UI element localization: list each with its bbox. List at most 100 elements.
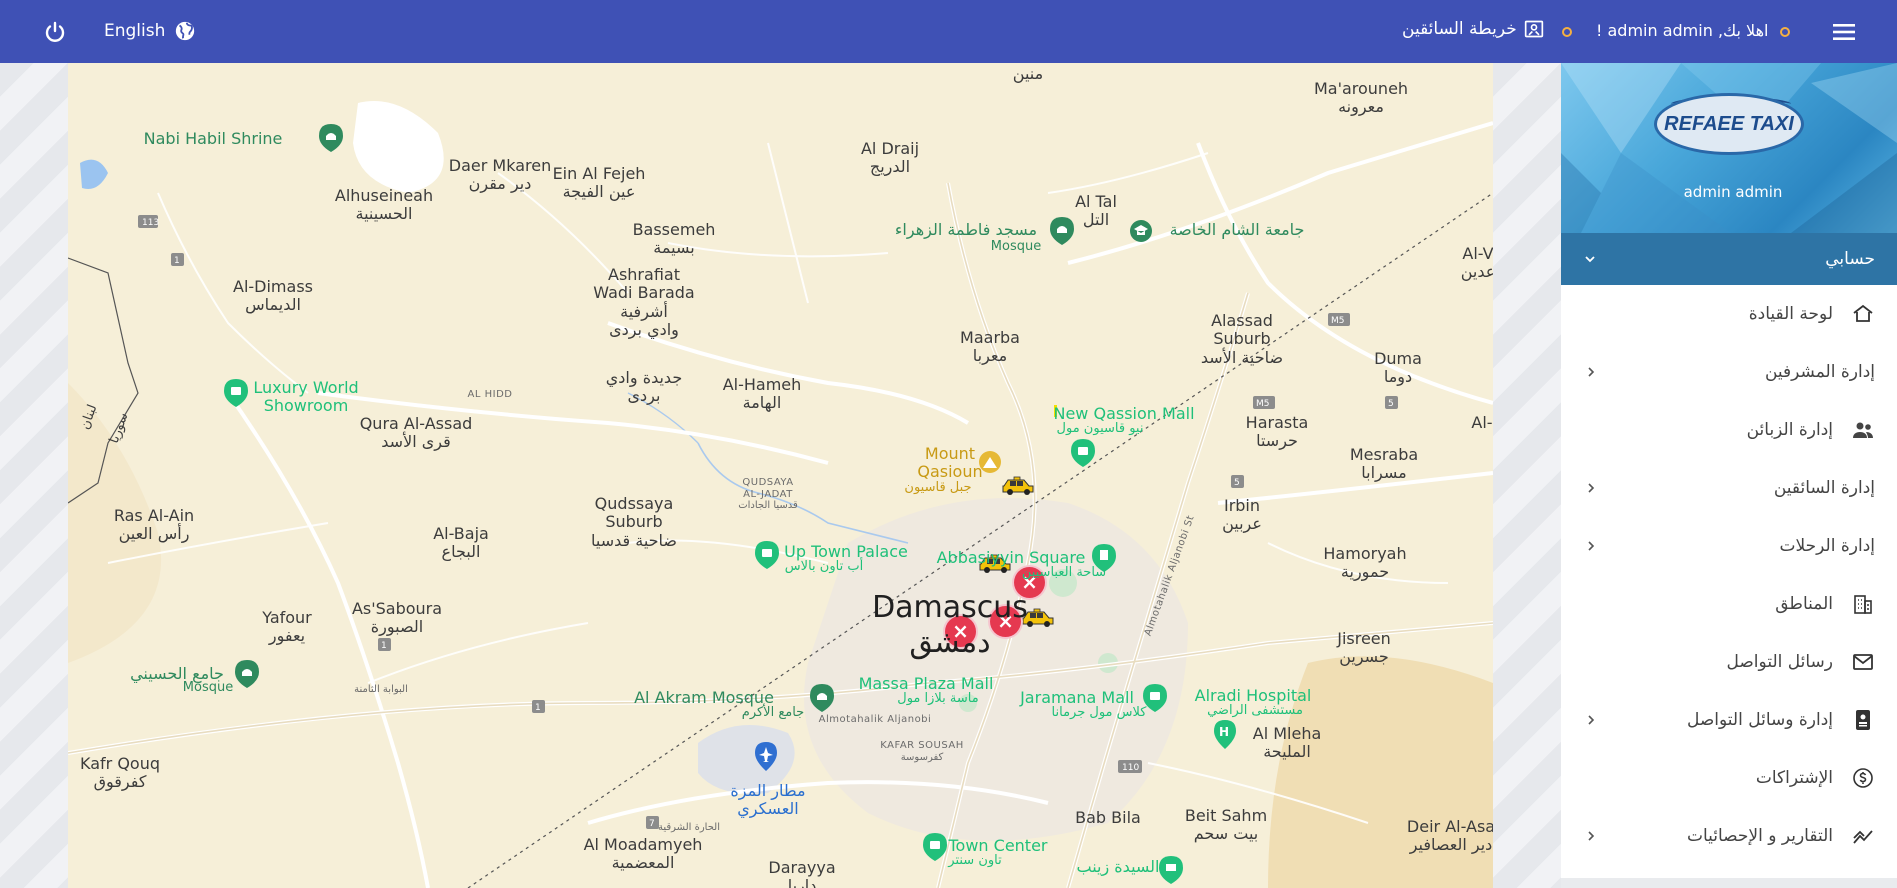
separator-dot: [1780, 27, 1790, 37]
globe-icon[interactable]: [174, 20, 196, 42]
map-place-label: Beit Sahm بيت سحم: [1184, 806, 1268, 844]
sidebar-item-trips[interactable]: إدارة الرحلات: [1561, 517, 1897, 575]
sidebar-item-label: المناطق: [1775, 594, 1833, 614]
mall-pin[interactable]: [754, 540, 780, 570]
taxi-marker[interactable]: [1000, 475, 1036, 495]
sidebar-header: REFAEE TAXI admin admin: [1561, 63, 1897, 233]
map-place-label: Bassemeh بسيمة: [632, 220, 716, 258]
map-place-label: نيو قاسيون مول: [1056, 421, 1144, 436]
drivers-map-link[interactable]: خريطة السائقين: [1402, 19, 1544, 39]
map-place-label: أب تاون بالاس: [784, 559, 864, 574]
map-place-label: Harasta حرستا: [1245, 413, 1309, 451]
map-place-label: KAFAR SOUSAH كفرسوسة: [880, 740, 964, 763]
mall-pin[interactable]: [922, 832, 948, 862]
home-icon: [1853, 304, 1873, 322]
map-place-label: البوابة الثامنة: [354, 684, 408, 695]
map-place-label: Ein Al Fejeh عين الفيجة: [552, 164, 646, 202]
map-place-label: Al Moadamyeh المعضمية: [583, 835, 703, 873]
top-navbar: English خريطة السائقين اهلا بك, admin ad…: [0, 0, 1897, 63]
sidebar-item-drivers[interactable]: إدارة السائقين: [1561, 459, 1897, 517]
map-place-label: Mosque: [990, 239, 1042, 254]
building-icon: [1854, 595, 1872, 614]
map-place-label: ساحة العباسيين: [1021, 565, 1107, 580]
map-place-label: Nabi Habil Shrine: [143, 129, 283, 148]
mosque-pin[interactable]: [1049, 216, 1075, 246]
map-place-label: كلاس مول جرمانا: [1051, 705, 1147, 720]
power-icon[interactable]: [43, 20, 67, 44]
showroom-pin[interactable]: [223, 378, 249, 408]
mosque-pin[interactable]: [234, 659, 260, 689]
map-place-label: الحارة الشرقية: [658, 822, 720, 833]
road-number: M5: [1256, 399, 1270, 409]
sidebar-item-messages[interactable]: رسائل التواصل: [1561, 633, 1897, 691]
map-place-label: Irbin عربين: [1222, 496, 1262, 534]
supermarket-pin[interactable]: [1158, 855, 1184, 885]
chevron-left-icon: [1588, 831, 1595, 841]
mall-pin[interactable]: [1070, 438, 1096, 468]
map-place-label: السيدة زينب: [1076, 857, 1160, 876]
mosque-pin[interactable]: [809, 683, 835, 713]
sidebar-item-dashboard[interactable]: لوحة القيادة: [1561, 285, 1897, 343]
separator-dot: [1562, 27, 1572, 37]
map-place-label: Qura Al-Assad قرى الأسد: [359, 414, 473, 452]
sidebar-item-label: لوحة القيادة: [1748, 304, 1833, 324]
map-base-layer: 113 1 1 1 7 110 M5 M5 5 5 H: [68, 101, 1493, 888]
map-place-label: جامعة الشام الخاصة: [1169, 220, 1305, 239]
sidebar-item-label: إدارة السائقين: [1773, 478, 1875, 498]
account-toggle[interactable]: حسابي: [1561, 233, 1897, 285]
map-place-label: Hamoryah حمورية: [1323, 544, 1407, 582]
road-number: 1: [381, 641, 387, 651]
map-place-label: QUDSAYA AL-JADAT قدسيا الجادات: [738, 477, 798, 511]
map-place-label: Yafour يعفور: [262, 608, 312, 646]
sidebar-nav: لوحة القيادة إدارة المشرفين إدارة الزبائ…: [1561, 285, 1897, 865]
road-number: 1: [174, 256, 180, 266]
sidebar-item-supervisors[interactable]: إدارة المشرفين: [1561, 343, 1897, 401]
map-place-label: Mosque: [182, 680, 234, 695]
sidebar-item-subscriptions[interactable]: الإشتراكات: [1561, 749, 1897, 807]
sidebar-item-label: التقارير و الإحصائيات: [1686, 826, 1833, 846]
map-place-label: مطار المزة العسكري: [730, 781, 806, 819]
sidebar-item-label: إدارة الزبائن: [1746, 420, 1833, 440]
page-background: [0, 63, 68, 888]
map-place-label: Al-: [1471, 413, 1493, 432]
map-place-label: Damascus دمشق: [872, 590, 1028, 660]
svg-text:H: H: [1219, 725, 1229, 739]
map-street-label: Almotahalik Aljanobi: [818, 714, 932, 725]
map-place-label: Qudssaya Suburb ضاحية قدسيا: [591, 494, 677, 550]
language-switch[interactable]: English: [104, 21, 165, 41]
road-number: M5: [1331, 316, 1345, 326]
road-number: 110: [1122, 763, 1139, 773]
map-place-label: Alassad Suburb ضاحية الأسد: [1200, 311, 1284, 367]
hamburger-menu-icon[interactable]: [1832, 20, 1856, 44]
map-place-label: Deir Al-Asa دير العصافير: [1406, 817, 1493, 855]
map-place-label: Daer Mkaren دير مقرن: [448, 156, 552, 194]
sidebar-item-label: إدارة الرحلات: [1779, 536, 1875, 556]
map-place-label: Kafr Qouq كفرقوق: [80, 754, 160, 792]
sidebar-item-label: الإشتراكات: [1755, 768, 1833, 788]
hospital-pin: H: [1214, 720, 1236, 749]
map-place-label: Alhuseineah الحسينية: [334, 186, 434, 224]
map-place-label: Al-Baja البجاع: [433, 524, 489, 562]
map-place-label: Luxury World Showroom: [253, 378, 359, 416]
map-place-label: Ras Al-Ain رأس العين: [113, 506, 195, 544]
users-icon: [1853, 422, 1873, 438]
sidebar-item-regions[interactable]: المناطق: [1561, 575, 1897, 633]
map-place-label: Al Tal التل: [1075, 192, 1117, 230]
map-place-label: Al-Dimass الديماس: [233, 277, 313, 315]
map-place-label: Al-V عدين: [1460, 244, 1493, 282]
map-place-label: Duma دوما: [1374, 349, 1422, 387]
map-place-label: منين: [1012, 64, 1044, 83]
drivers-map[interactable]: 113 1 1 1 7 110 M5 M5 5 5 H × × × منين M…: [68, 63, 1493, 888]
sidebar-item-reports[interactable]: التقارير و الإحصائيات: [1561, 807, 1897, 865]
sidebar-item-customers[interactable]: إدارة الزبائن: [1561, 401, 1897, 459]
shrine-pin[interactable]: [318, 123, 344, 153]
map-place-label: Ma'arouneh معرونه: [1313, 79, 1409, 117]
map-icon: [1524, 20, 1543, 38]
map-place-label: AL HIDD: [467, 389, 513, 400]
envelope-icon: [1853, 654, 1873, 670]
map-place-label: تاون سنتر: [948, 853, 1002, 868]
page-background: [1493, 63, 1561, 888]
sidebar-item-contact-methods[interactable]: إدارة وسائل التواصل: [1561, 691, 1897, 749]
sidebar: REFAEE TAXI admin admin حسابي لوحة القيا…: [1561, 63, 1897, 888]
contact-card-icon: [1856, 710, 1870, 730]
